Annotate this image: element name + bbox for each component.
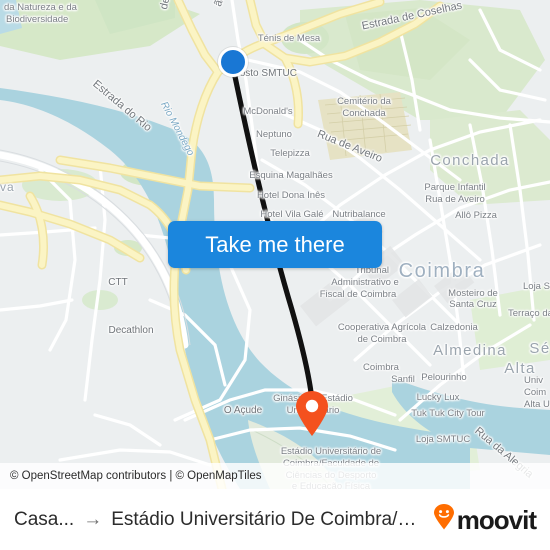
moovit-wordmark: moovit <box>456 504 537 535</box>
destination-pin[interactable] <box>294 391 330 437</box>
bottom-bar: Casa... → Estádio Universitário De Coimb… <box>0 489 550 550</box>
moovit-pin-icon <box>433 504 455 535</box>
moovit-logo[interactable]: moovit <box>433 504 537 535</box>
take-me-there-button[interactable]: Take me there <box>168 221 382 268</box>
route-summary[interactable]: Casa... → Estádio Universitário De Coimb… <box>14 509 423 531</box>
route-origin-label: Casa... <box>14 508 75 530</box>
arrow-right-icon: → <box>83 508 103 530</box>
take-me-there-label: Take me there <box>205 231 345 257</box>
map-canvas[interactable]: da Natureza e da Biodiversidade Estrada … <box>0 0 550 489</box>
origin-marker[interactable] <box>218 47 248 77</box>
attribution-text: © OpenStreetMap contributors | © OpenMap… <box>10 470 262 482</box>
map-attribution[interactable]: © OpenStreetMap contributors | © OpenMap… <box>0 463 550 489</box>
route-destination-label: Estádio Universitário De Coimbra/Faculda… <box>111 508 423 530</box>
moovit-route-screen: da Natureza e da Biodiversidade Estrada … <box>0 0 550 550</box>
